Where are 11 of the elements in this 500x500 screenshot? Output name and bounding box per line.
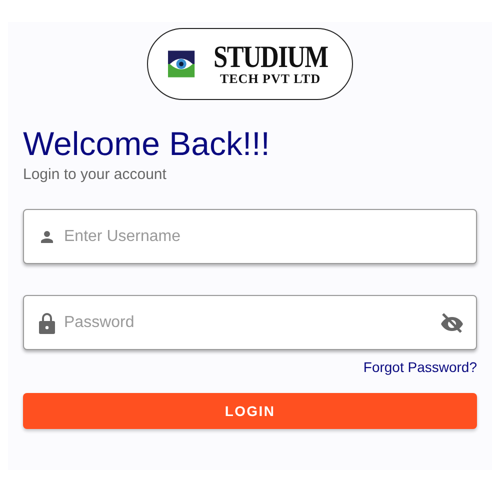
login-subtitle: Login to your account — [23, 166, 168, 183]
username-input[interactable]: Enter Username — [64, 228, 464, 246]
logo-name: STUDIUM — [213, 42, 328, 72]
password-input[interactable]: Password — [64, 314, 432, 332]
welcome-heading: Welcome Back!!! — [23, 124, 271, 164]
logo-subtitle: TECH PVT LTD — [220, 72, 321, 86]
eye-off-icon[interactable] — [440, 310, 464, 334]
forgot-password-link[interactable]: Forgot Password? — [363, 359, 477, 375]
password-field[interactable]: Password — [23, 295, 477, 350]
lock-icon — [38, 312, 56, 334]
username-field[interactable]: Enter Username — [23, 209, 477, 264]
